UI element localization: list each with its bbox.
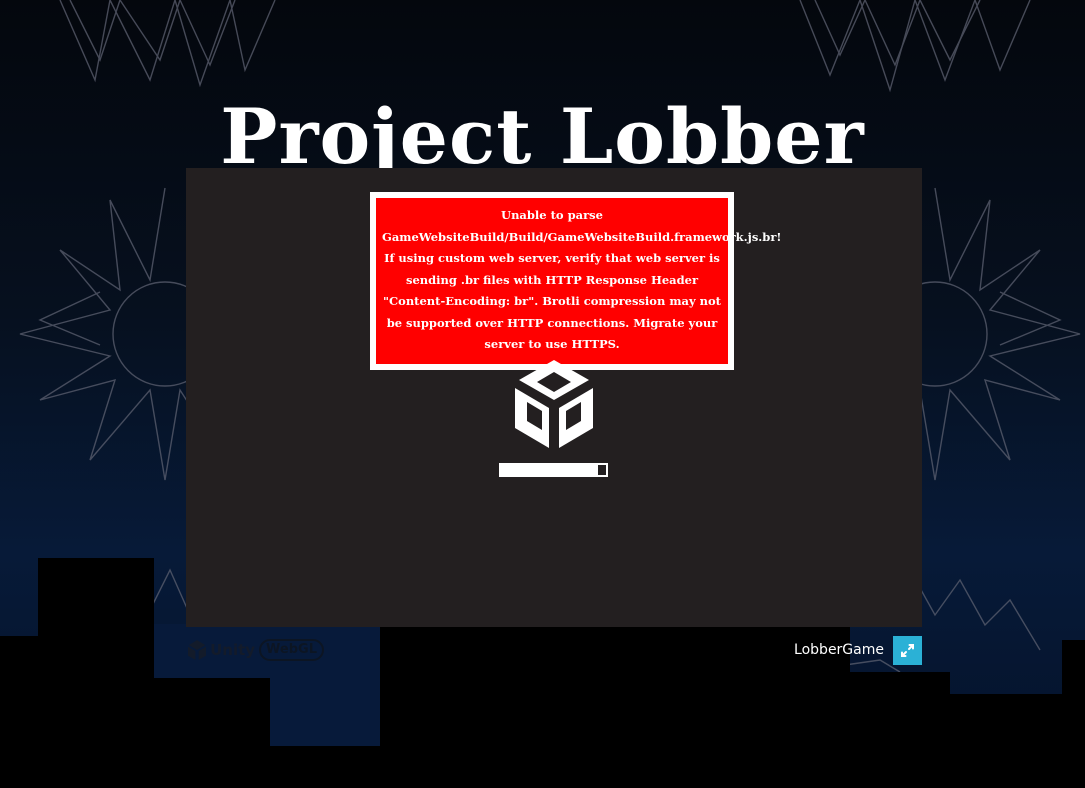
loading-progress-fill	[499, 463, 600, 477]
unity-footer: Unity WebGL LobberGame	[186, 634, 922, 666]
unity-webgl-logo: Unity WebGL	[188, 636, 324, 664]
unity-game-canvas[interactable]: Unable to parse GameWebsiteBuild/Build/G…	[186, 168, 922, 627]
webgl-logo-text: WebGL	[259, 639, 324, 661]
unity-cube-icon	[515, 360, 593, 448]
unity-small-cube-icon	[188, 640, 207, 660]
error-banner: Unable to parse GameWebsiteBuild/Build/G…	[370, 192, 781, 370]
building-silhouette	[38, 558, 154, 788]
build-title: LobberGame	[794, 642, 884, 658]
loading-progress-end	[598, 465, 606, 475]
unity-logo-text: Unity	[210, 641, 256, 659]
loading-progress-bar	[499, 463, 608, 477]
fullscreen-button[interactable]	[893, 636, 922, 665]
sun-rays-decoration	[59, 0, 276, 88]
fullscreen-icon	[901, 644, 914, 657]
error-message: Unable to parse GameWebsiteBuild/Build/G…	[376, 198, 781, 364]
